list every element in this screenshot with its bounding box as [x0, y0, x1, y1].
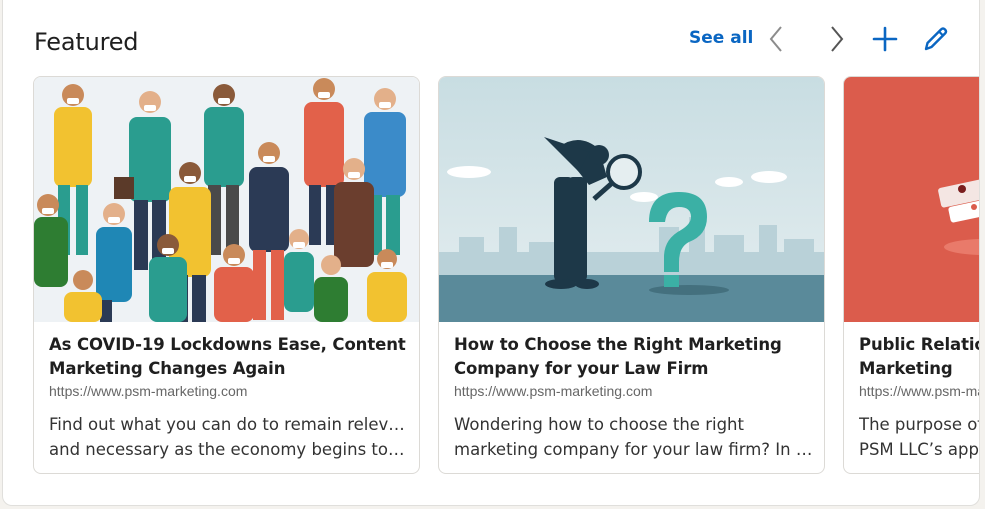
card-title: Public Relations Marketing [859, 333, 979, 381]
featured-carousel: As COVID-19 Lockdowns Ease, Content Mark… [33, 76, 980, 476]
card-description-line: and necessary as the economy begins to… [49, 440, 405, 459]
card-description: The purpose of PSM LLC’s approach [859, 412, 980, 462]
see-all-link[interactable]: See all [689, 28, 753, 48]
card-description-line: PSM LLC’s approach [859, 440, 979, 459]
featured-card[interactable]: As COVID-19 Lockdowns Ease, Content Mark… [33, 76, 420, 474]
card-title-line: Marketing [859, 359, 953, 378]
chevron-left-icon [769, 26, 782, 52]
card-body: As COVID-19 Lockdowns Ease, Content Mark… [49, 333, 409, 462]
card-description: Wondering how to choose the right market… [454, 412, 814, 462]
card-title-line: Company for your Law Firm [454, 359, 709, 378]
featured-card[interactable]: How to Choose the Right Marketing Compan… [438, 76, 825, 474]
card-url: https://www.psm-marketing.com [859, 383, 979, 399]
card-description: Find out what you can do to remain relev… [49, 412, 409, 462]
card-title-line: Marketing Changes Again [49, 359, 286, 378]
card-title: As COVID-19 Lockdowns Ease, Content Mark… [49, 333, 409, 381]
magnifier-question-illustration [439, 77, 824, 322]
previous-button[interactable] [761, 22, 795, 56]
card-description-line: Wondering how to choose the right [454, 415, 744, 434]
red-illustration [844, 77, 979, 322]
card-description-line: The purpose of [859, 415, 980, 434]
card-title: How to Choose the Right Marketing Compan… [454, 333, 814, 381]
crowd-illustration [34, 77, 419, 322]
card-title-line: How to Choose the Right Marketing [454, 335, 782, 354]
card-thumbnail [439, 77, 824, 322]
plus-icon [872, 26, 898, 52]
card-description-line: Find out what you can do to remain relev… [49, 415, 409, 434]
card-body: How to Choose the Right Marketing Compan… [454, 333, 814, 462]
card-url: https://www.psm-marketing.com [49, 383, 248, 399]
add-featured-button[interactable] [868, 22, 902, 56]
card-thumbnail [34, 77, 419, 322]
featured-card[interactable]: Public Relations Marketing https://www.p… [843, 76, 980, 474]
card-title-line: As COVID-19 Lockdowns Ease, Content [49, 335, 406, 354]
card-url: https://www.psm-marketing.com [454, 383, 653, 399]
chevron-right-icon [831, 26, 844, 52]
featured-section: Featured See all As COVID-19 Lockdowns E… [2, 0, 980, 506]
pencil-icon [924, 27, 948, 51]
card-title-line: Public Relations [859, 335, 979, 354]
section-title: Featured [34, 28, 139, 56]
featured-header: Featured See all [3, 0, 979, 76]
edit-featured-button[interactable] [918, 22, 952, 56]
card-description-line: marketing company for your law firm? In … [454, 440, 814, 459]
next-button[interactable] [818, 22, 852, 56]
card-thumbnail [844, 77, 979, 322]
card-body: Public Relations Marketing https://www.p… [859, 333, 980, 462]
